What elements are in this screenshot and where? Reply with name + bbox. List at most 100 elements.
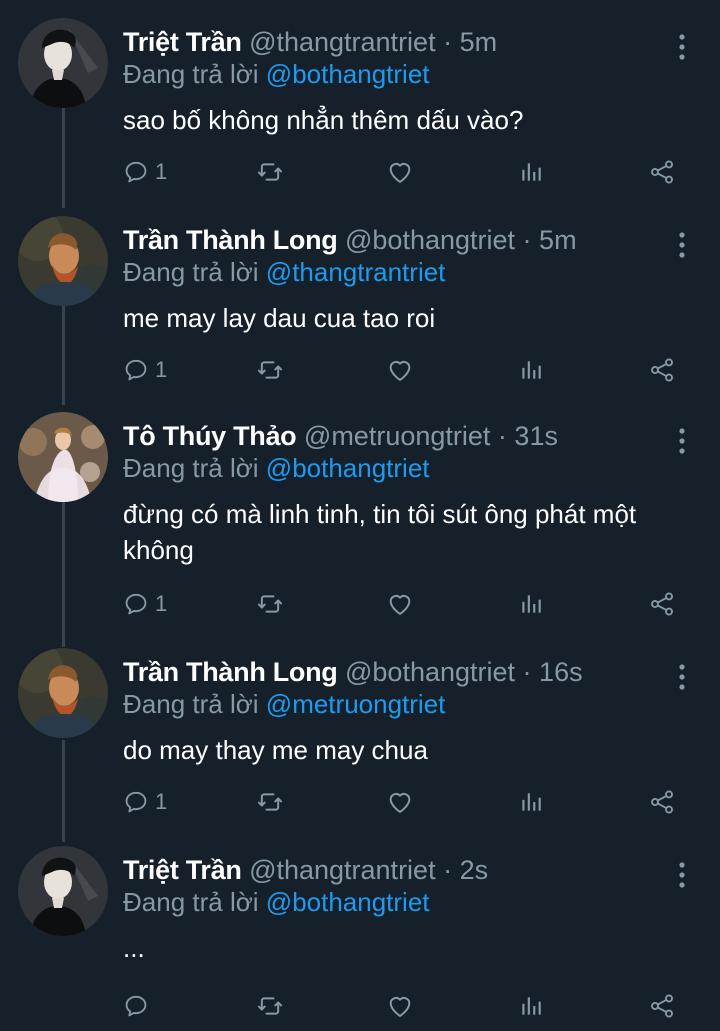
like-icon (386, 590, 414, 618)
analytics-button[interactable] (518, 986, 544, 1026)
more-vertical-icon[interactable] (672, 230, 692, 260)
replying-to-handle[interactable]: @bothangtriet (266, 59, 430, 89)
analytics-button[interactable] (518, 350, 544, 390)
separator-dot: · (443, 27, 453, 57)
reply-button[interactable]: 1 (123, 584, 167, 624)
tweet[interactable]: Triệt Trần @thangtrantriet · 5m Đang trả… (0, 18, 720, 214)
analytics-button[interactable] (518, 152, 544, 192)
share-icon (648, 158, 676, 186)
tweet-text: sao bố không nhẳn thêm dấu vào? (123, 105, 524, 135)
tweet[interactable]: Trần Thành Long @bothangtriet · 5m Đang … (0, 216, 720, 412)
retweet-icon (256, 356, 284, 384)
timestamp[interactable]: 31s (514, 421, 558, 451)
reply-button[interactable]: 1 (123, 350, 167, 390)
more-vertical-icon[interactable] (672, 662, 692, 692)
user-handle[interactable]: @metruongtriet (304, 421, 490, 451)
retweet-icon (256, 992, 284, 1020)
avatar-man-dark-icon (18, 18, 108, 108)
share-icon (648, 590, 676, 618)
avatar-woman-dress-icon (18, 412, 108, 502)
user-handle[interactable]: @thangtrantriet (249, 855, 436, 885)
like-icon (386, 992, 414, 1020)
replying-to-handle[interactable]: @metruongtriet (266, 689, 446, 719)
replying-to-handle[interactable]: @bothangtriet (266, 887, 430, 917)
timestamp[interactable]: 5m (539, 225, 577, 255)
reply-button[interactable]: 1 (123, 152, 167, 192)
avatar[interactable] (18, 412, 108, 502)
replying-to: Đang trả lời @metruongtriet (123, 688, 445, 720)
reply-icon (123, 159, 149, 185)
timestamp[interactable]: 2s (460, 855, 489, 885)
more-vertical-icon[interactable] (672, 426, 692, 456)
tweet-header: Trần Thành Long @bothangtriet · 16s (123, 656, 660, 688)
analytics-icon (518, 993, 544, 1019)
reply-button[interactable] (123, 986, 155, 1026)
replying-to: Đang trả lời @bothangtriet (123, 58, 430, 90)
share-button[interactable] (648, 986, 676, 1026)
timestamp[interactable]: 5m (460, 27, 498, 57)
tweet-text: do may thay me may chua (123, 735, 428, 765)
user-handle[interactable]: @bothangtriet (345, 225, 515, 255)
user-handle[interactable]: @thangtrantriet (249, 27, 436, 57)
retweet-button[interactable] (256, 584, 284, 624)
retweet-icon (256, 590, 284, 618)
tweet-text: ... (123, 933, 145, 963)
analytics-icon (518, 591, 544, 617)
tweet[interactable]: Triệt Trần @thangtrantriet · 2s Đang trả… (0, 846, 720, 1031)
avatar-painting-portrait-icon (18, 648, 108, 738)
display-name[interactable]: Tô Thúy Thảo (123, 421, 297, 451)
analytics-button[interactable] (518, 584, 544, 624)
separator-dot: · (522, 657, 532, 687)
share-button[interactable] (648, 152, 676, 192)
share-button[interactable] (648, 350, 676, 390)
display-name[interactable]: Triệt Trần (123, 855, 242, 885)
share-button[interactable] (648, 584, 676, 624)
like-button[interactable] (386, 782, 414, 822)
retweet-button[interactable] (256, 152, 284, 192)
like-button[interactable] (386, 350, 414, 390)
like-button[interactable] (386, 584, 414, 624)
retweet-icon (256, 788, 284, 816)
separator-dot: · (497, 421, 507, 451)
share-icon (648, 356, 676, 384)
user-handle[interactable]: @bothangtriet (345, 657, 515, 687)
timestamp[interactable]: 16s (539, 657, 583, 687)
like-icon (386, 158, 414, 186)
tweet-header: Triệt Trần @thangtrantriet · 2s (123, 854, 660, 886)
like-icon (386, 788, 414, 816)
more-vertical-icon[interactable] (672, 32, 692, 62)
analytics-button[interactable] (518, 782, 544, 822)
tweet[interactable]: Trần Thành Long @bothangtriet · 16s Đang… (0, 648, 720, 844)
tweet-text: me may lay dau cua tao roi (123, 303, 436, 333)
avatar[interactable] (18, 18, 108, 108)
like-button[interactable] (386, 986, 414, 1026)
reply-count: 1 (155, 159, 168, 184)
tweet[interactable]: Tô Thúy Thảo @metruongtriet · 31s Đang t… (0, 412, 720, 647)
replying-to-label: Đang trả lời (123, 887, 259, 917)
display-name[interactable]: Trần Thành Long (123, 225, 338, 255)
reply-button[interactable]: 1 (123, 782, 167, 822)
replying-to-handle[interactable]: @thangtrantriet (266, 257, 446, 287)
replying-to: Đang trả lời @bothangtriet (123, 452, 430, 484)
share-icon (648, 788, 676, 816)
retweet-button[interactable] (256, 986, 284, 1026)
retweet-button[interactable] (256, 350, 284, 390)
retweet-icon (256, 158, 284, 186)
replying-to-handle[interactable]: @bothangtriet (266, 453, 430, 483)
avatar[interactable] (18, 216, 108, 306)
tweet-actions: 1 (0, 584, 720, 624)
replying-to: Đang trả lời @bothangtriet (123, 886, 430, 918)
reply-count: 1 (155, 591, 168, 616)
more-vertical-icon[interactable] (672, 860, 692, 890)
share-button[interactable] (648, 782, 676, 822)
share-icon (648, 992, 676, 1020)
avatar[interactable] (18, 648, 108, 738)
separator-dot: · (522, 225, 532, 255)
avatar[interactable] (18, 846, 108, 936)
tweet-actions: 1 (0, 350, 720, 390)
display-name[interactable]: Triệt Trần (123, 27, 242, 57)
retweet-button[interactable] (256, 782, 284, 822)
like-button[interactable] (386, 152, 414, 192)
display-name[interactable]: Trần Thành Long (123, 657, 338, 687)
avatar-painting-portrait-icon (18, 216, 108, 306)
